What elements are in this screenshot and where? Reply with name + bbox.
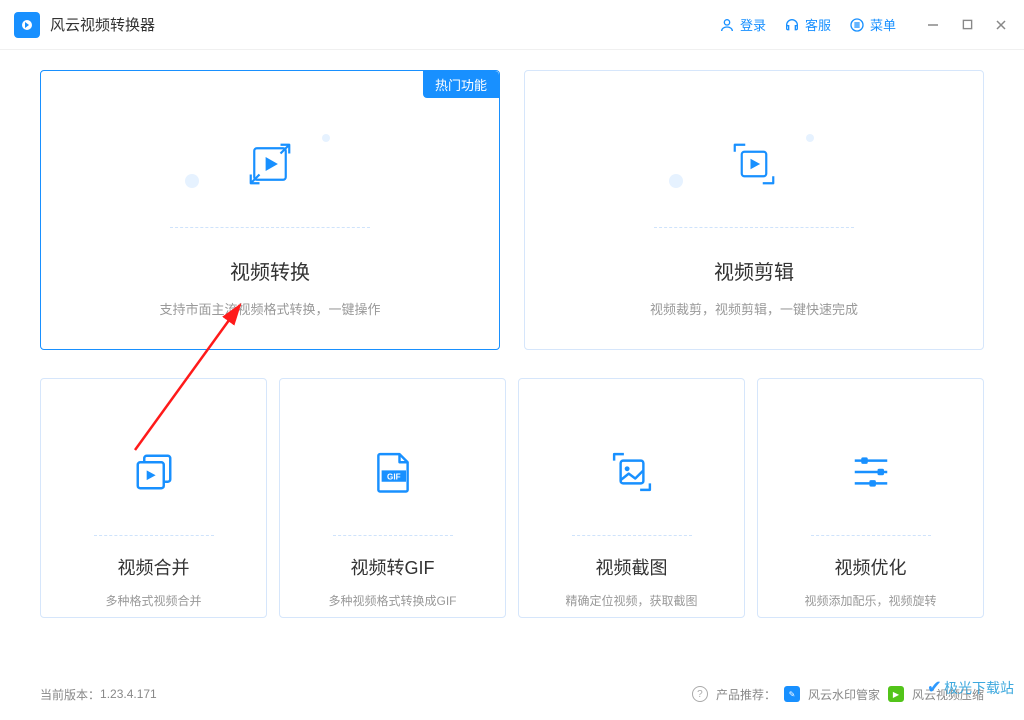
help-icon[interactable]: ? bbox=[692, 686, 708, 702]
divider bbox=[170, 227, 370, 228]
main-content: 热门功能 视频转换 支持市面主流视频格式转换，一键操作 bbox=[0, 50, 1024, 618]
card-video-gif[interactable]: GIF 视频转GIF 多种视频格式转换成GIF bbox=[279, 378, 506, 618]
login-button[interactable]: 登录 bbox=[719, 15, 766, 34]
hot-badge: 热门功能 bbox=[423, 71, 499, 98]
login-label: 登录 bbox=[740, 15, 766, 34]
card-title: 视频转GIF bbox=[351, 554, 435, 580]
app-logo-icon bbox=[14, 12, 40, 38]
menu-icon bbox=[849, 17, 865, 33]
card-desc: 视频裁剪，视频剪辑，一键快速完成 bbox=[650, 299, 858, 318]
titlebar: 风云视频转换器 登录 客服 菜单 bbox=[0, 0, 1024, 50]
support-label: 客服 bbox=[805, 15, 831, 34]
card-title: 视频剪辑 bbox=[714, 256, 794, 285]
card-video-screenshot[interactable]: 视频截图 精确定位视频，获取截图 bbox=[518, 378, 745, 618]
card-video-convert[interactable]: 热门功能 视频转换 支持市面主流视频格式转换，一键操作 bbox=[40, 70, 500, 350]
edit-icon bbox=[726, 136, 782, 192]
app-title: 风云视频转换器 bbox=[50, 14, 155, 35]
divider bbox=[654, 227, 854, 228]
sliders-icon bbox=[845, 446, 897, 498]
minimize-button[interactable] bbox=[924, 16, 942, 34]
card-desc: 支持市面主流视频格式转换，一键操作 bbox=[159, 299, 380, 318]
card-video-optimize[interactable]: 视频优化 视频添加配乐，视频旋转 bbox=[757, 378, 984, 618]
card-video-merge[interactable]: 视频合并 多种格式视频合并 bbox=[40, 378, 267, 618]
card-title: 视频优化 bbox=[835, 554, 907, 580]
card-title: 视频转换 bbox=[230, 256, 310, 285]
version-value: 1.23.4.171 bbox=[100, 687, 157, 701]
card-title: 视频合并 bbox=[118, 554, 190, 580]
card-desc: 多种格式视频合并 bbox=[105, 592, 201, 609]
convert-icon bbox=[242, 136, 298, 192]
recommend-link-1[interactable]: 风云水印管家 bbox=[808, 686, 880, 703]
svg-text:GIF: GIF bbox=[387, 472, 401, 481]
user-icon bbox=[719, 17, 735, 33]
version-label: 当前版本： bbox=[40, 686, 100, 703]
close-button[interactable] bbox=[992, 16, 1010, 34]
menu-label: 菜单 bbox=[870, 15, 896, 34]
maximize-button[interactable] bbox=[958, 16, 976, 34]
recommend-label: 产品推荐： bbox=[716, 686, 776, 703]
screenshot-icon bbox=[606, 446, 658, 498]
card-desc: 多种视频格式转换成GIF bbox=[329, 592, 457, 609]
headset-icon bbox=[784, 17, 800, 33]
card-title: 视频截图 bbox=[596, 554, 668, 580]
rec2-icon: ▶ bbox=[888, 686, 904, 702]
card-desc: 视频添加配乐，视频旋转 bbox=[804, 592, 936, 609]
card-desc: 精确定位视频，获取截图 bbox=[565, 592, 697, 609]
merge-icon bbox=[128, 446, 180, 498]
menu-button[interactable]: 菜单 bbox=[849, 15, 896, 34]
rec1-icon: ✎ bbox=[784, 686, 800, 702]
recommend-link-2[interactable]: 风云视频压缩 bbox=[912, 686, 984, 703]
footer: 当前版本： 1.23.4.171 ? 产品推荐： ✎ 风云水印管家 ▶ 风云视频… bbox=[0, 680, 1024, 708]
gif-icon: GIF bbox=[367, 446, 419, 498]
card-video-edit[interactable]: 视频剪辑 视频裁剪，视频剪辑，一键快速完成 bbox=[524, 70, 984, 350]
support-button[interactable]: 客服 bbox=[784, 15, 831, 34]
